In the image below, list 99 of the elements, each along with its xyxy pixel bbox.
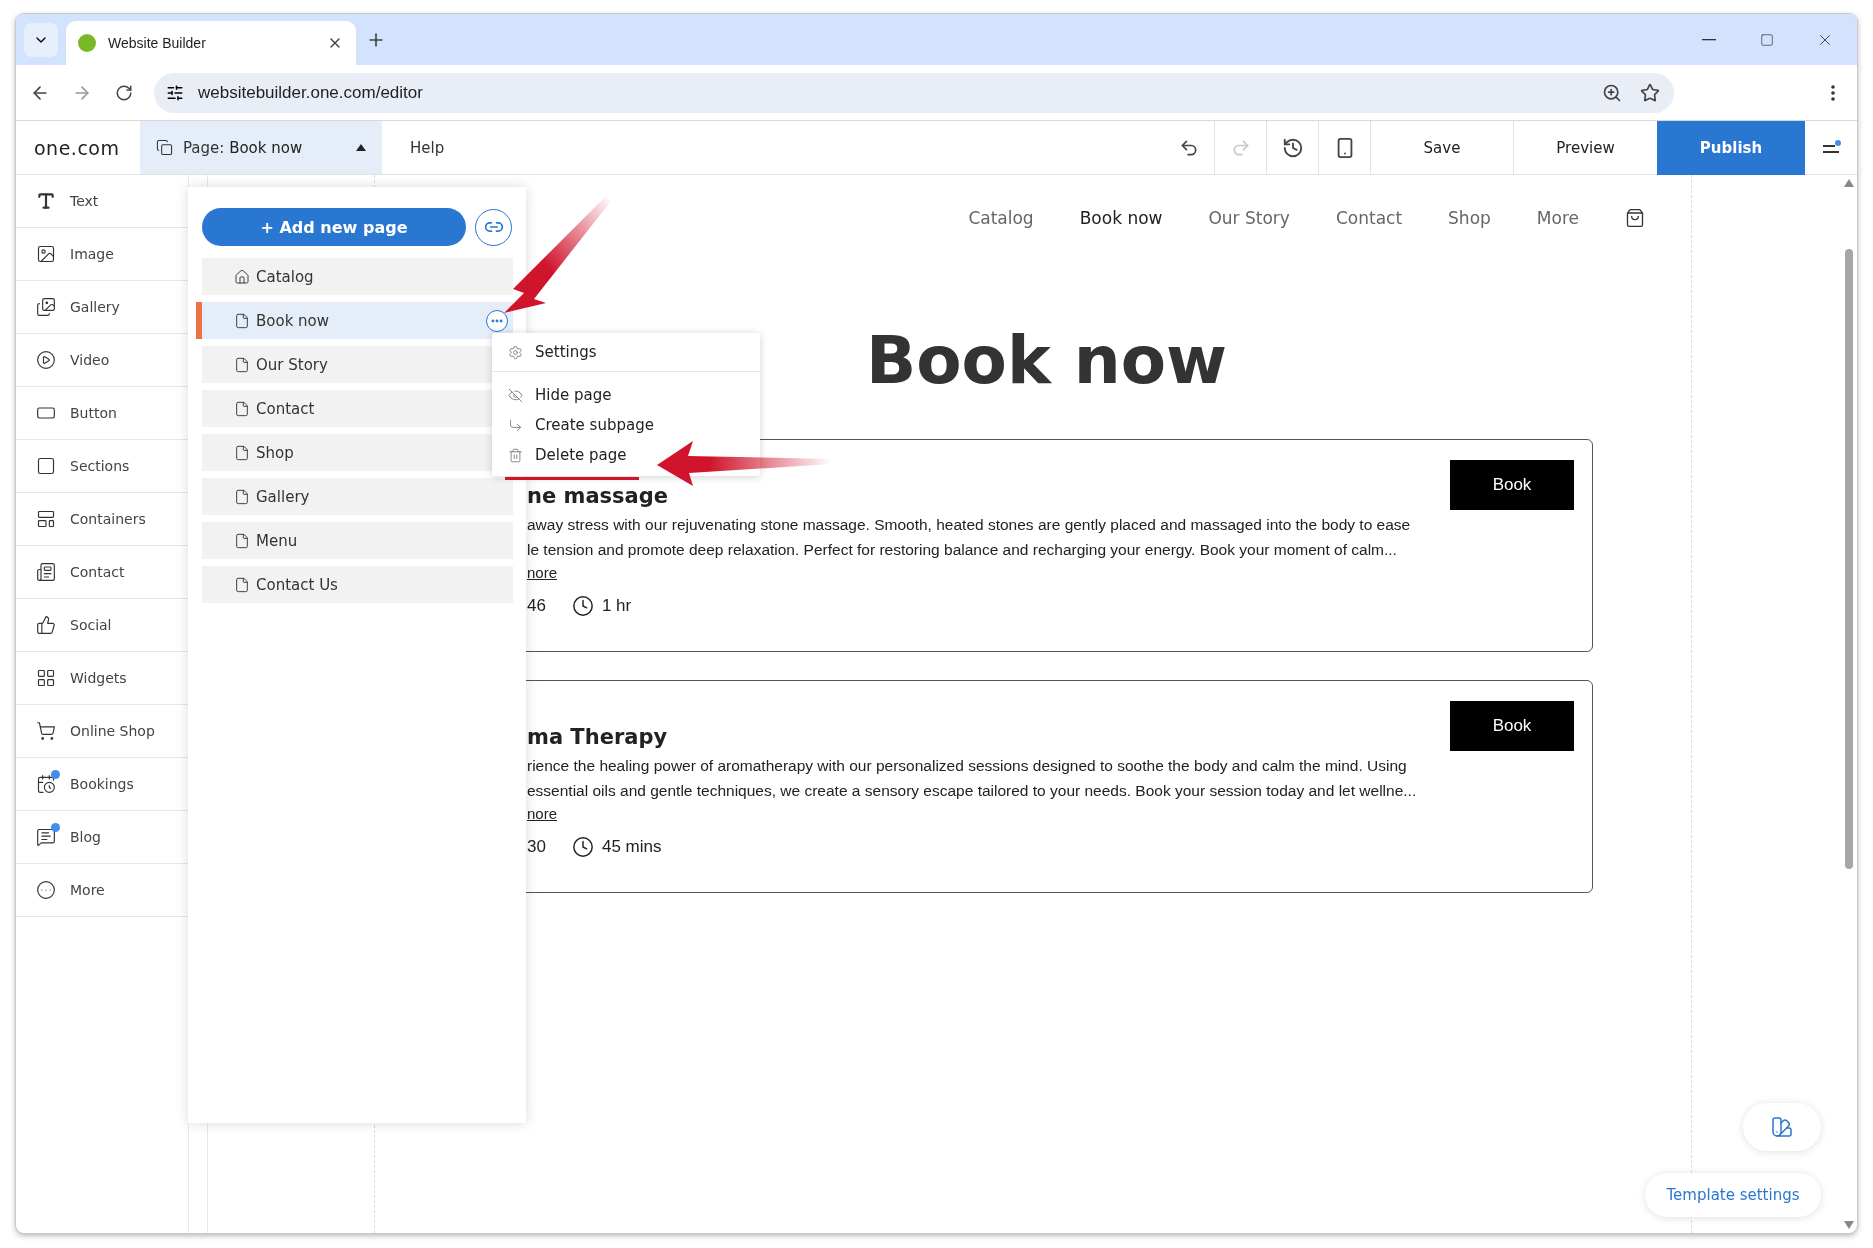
- sidebar-item[interactable]: Text: [16, 175, 188, 228]
- sidebar-item[interactable]: Online Shop: [16, 705, 188, 758]
- sidebar-item[interactable]: Social: [16, 599, 188, 652]
- more-icon: [36, 880, 56, 900]
- logo: one.com: [33, 135, 121, 161]
- address-bar[interactable]: websitebuilder.one.com/editor: [154, 72, 1674, 113]
- save-button[interactable]: Save: [1371, 120, 1514, 175]
- template-settings-button[interactable]: Template settings: [1645, 1173, 1821, 1217]
- star-icon: [1640, 82, 1660, 103]
- sidebar-item[interactable]: Image: [16, 228, 188, 281]
- sidebar-item[interactable]: More: [16, 864, 188, 917]
- containers-icon: [36, 509, 56, 529]
- site-nav-link[interactable]: More: [1536, 208, 1579, 228]
- pages-icon: [156, 139, 173, 156]
- price-text: 30: [527, 837, 546, 857]
- page-icon: [234, 356, 250, 373]
- form-icon: [36, 562, 56, 582]
- site-info-icon: [166, 83, 184, 102]
- widgets-icon: [36, 668, 56, 688]
- sidebar-item[interactable]: Contact: [16, 546, 188, 599]
- add-link-button[interactable]: [475, 208, 512, 246]
- thumbs-up-icon: [36, 615, 56, 635]
- image-icon: [36, 244, 56, 264]
- shopping-bag-icon[interactable]: [1625, 208, 1645, 228]
- design-button[interactable]: [1743, 1103, 1821, 1151]
- page-icon: [234, 312, 250, 329]
- scroll-down-icon[interactable]: [1844, 1221, 1854, 1229]
- site-nav-link[interactable]: Shop: [1448, 208, 1491, 228]
- caret-icon: [356, 144, 366, 151]
- clock-icon: [571, 595, 594, 617]
- trash-icon: [508, 447, 523, 463]
- undo-icon: [1178, 137, 1199, 158]
- sidebar-item[interactable]: Gallery: [16, 281, 188, 334]
- subpage-arrow-icon: [508, 417, 523, 433]
- book-button[interactable]: Book: [1450, 460, 1574, 510]
- page-options-button[interactable]: [486, 310, 508, 332]
- page-item[interactable]: Catalog: [202, 258, 513, 295]
- sidebar-item[interactable]: Sections: [16, 440, 188, 493]
- menu-icon: [1821, 139, 1841, 156]
- publish-button[interactable]: Publish: [1657, 120, 1805, 175]
- read-more-link[interactable]: nore: [527, 564, 558, 581]
- site-nav-link[interactable]: Contact: [1335, 208, 1403, 228]
- site-nav-link[interactable]: Our Story: [1208, 208, 1290, 228]
- page-item[interactable]: Gallery: [202, 478, 513, 515]
- page-item[interactable]: Contact Us: [202, 566, 513, 603]
- help-menu[interactable]: Help: [382, 121, 473, 174]
- sidebar-item[interactable]: Bookings: [16, 758, 188, 811]
- browser-tab[interactable]: Website Builder: [66, 21, 356, 65]
- service-title: ne massage: [527, 484, 668, 508]
- site-nav-link[interactable]: Catalog: [968, 208, 1034, 228]
- preview-button[interactable]: Preview: [1514, 120, 1657, 175]
- page-item[interactable]: Book now: [196, 302, 513, 339]
- page-icon: [234, 576, 250, 593]
- description-line: rience the healing power of aromatherapy with our personalized sessions designed to soothe the body and calm the mind. Using: [527, 756, 1408, 776]
- play-icon: [36, 350, 56, 370]
- sidebar-item[interactable]: Containers: [16, 493, 188, 546]
- sidebar-item[interactable]: Blog: [16, 811, 188, 864]
- description-line: essential oils and gentle techniques, we create a sensory escape tailored to your needs. Book your session today and let wellne...: [527, 781, 1418, 801]
- page-icon: [234, 444, 250, 461]
- service-title: ma Therapy: [527, 725, 668, 749]
- page-item[interactable]: Menu: [202, 522, 513, 559]
- description-line: away stress with our rejuvenating stone massage. Smooth, heated stones are gently placed and massaged into the body to ease: [527, 515, 1412, 535]
- sidebar-item[interactable]: Button: [16, 387, 188, 440]
- page-selector[interactable]: Page: Book now: [140, 121, 382, 174]
- price-text: 46: [527, 596, 546, 616]
- zoom-icon: [1602, 82, 1622, 103]
- url-text: websitebuilder.one.com/editor: [198, 82, 424, 103]
- swatch-icon: [1770, 1115, 1794, 1139]
- description-line: le tension and promote deep relaxation. Perfect for restoring balance and recharging your energy. Book your moment of calm...: [527, 540, 1398, 560]
- tab-title: Website Builder: [108, 35, 207, 51]
- gallery-icon: [36, 297, 56, 317]
- duration-text: 45 mins: [601, 837, 662, 857]
- maximize-icon: [1760, 32, 1774, 47]
- book-button[interactable]: Book: [1450, 701, 1574, 751]
- eye-icon: [508, 387, 523, 403]
- history-icon: [1281, 136, 1304, 159]
- tab-list-button[interactable]: [24, 23, 58, 57]
- duration-text: 1 hr: [601, 596, 632, 616]
- home-icon: [234, 268, 250, 285]
- add-page-button[interactable]: + Add new page: [202, 208, 466, 246]
- scroll-up-icon[interactable]: [1844, 179, 1854, 187]
- favicon-icon: [78, 34, 96, 52]
- page-heading: Book now: [865, 321, 1228, 401]
- kebab-menu-icon: [1831, 84, 1835, 101]
- page-icon: [234, 532, 250, 549]
- minimize-icon: [1702, 38, 1716, 41]
- text-icon: [36, 191, 56, 211]
- page-icon: [234, 400, 250, 417]
- rectangle-icon: [36, 456, 56, 476]
- sidebar-item[interactable]: Widgets: [16, 652, 188, 705]
- settings-icon: [508, 344, 523, 360]
- sidebar-item[interactable]: Video: [16, 334, 188, 387]
- site-nav-link[interactable]: Book now: [1079, 208, 1163, 228]
- cart-icon: [36, 721, 56, 741]
- clock-icon: [571, 836, 594, 858]
- scrollbar-thumb[interactable]: [1845, 249, 1853, 869]
- read-more-link[interactable]: nore: [527, 805, 558, 822]
- page-icon: [234, 488, 250, 505]
- reload-icon: [115, 83, 133, 102]
